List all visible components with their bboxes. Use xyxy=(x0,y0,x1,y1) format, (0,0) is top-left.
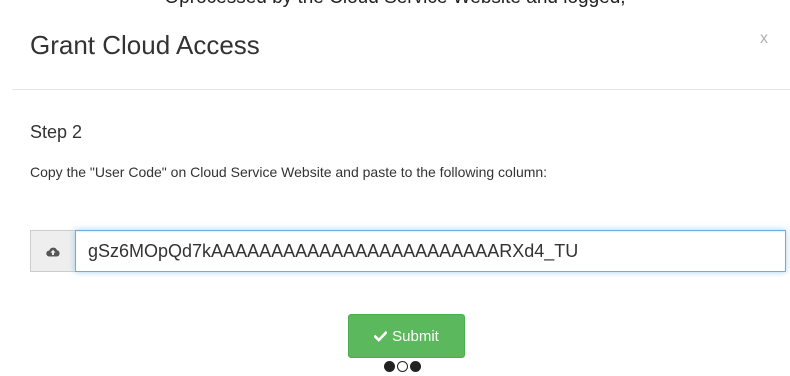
check-icon xyxy=(374,330,388,342)
step-indicator xyxy=(384,361,421,372)
grant-cloud-access-dialog: Grant Cloud Access x Step 2 Copy the "Us… xyxy=(0,0,790,376)
close-button[interactable]: x xyxy=(760,30,768,48)
step-dot-3 xyxy=(410,361,421,372)
user-code-input[interactable] xyxy=(75,230,786,272)
cloud-upload-icon xyxy=(30,230,75,272)
header-divider xyxy=(12,89,790,90)
step-dot-2 xyxy=(397,361,408,372)
dialog-title: Grant Cloud Access xyxy=(30,30,260,60)
step-instructions: Copy the "User Code" on Cloud Service We… xyxy=(30,164,548,180)
step-dot-1 xyxy=(384,361,395,372)
submit-label: Submit xyxy=(392,327,439,345)
submit-button[interactable]: Submit xyxy=(348,314,465,358)
step-heading: Step 2 xyxy=(30,122,83,142)
user-code-input-group xyxy=(30,230,786,272)
